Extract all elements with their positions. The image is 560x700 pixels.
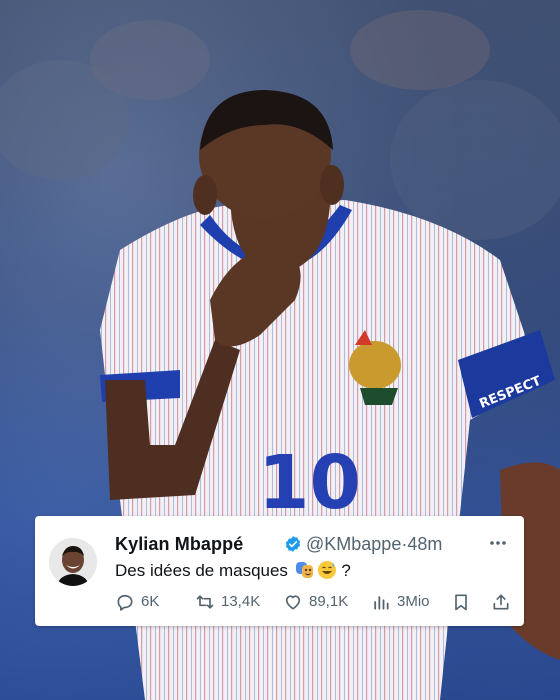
performing-arts-emoji-icon: [295, 562, 313, 578]
retweet-button[interactable]: 13,4K: [195, 592, 260, 612]
heart-icon: [285, 595, 301, 610]
grinning-sweat-emoji-icon: [317, 561, 336, 579]
tweet-card[interactable]: Kylian Mbappé @KMbappe·48m Des idées de …: [35, 516, 524, 626]
tweet-actions: 6K 13,4K 89,1K 3Mio: [115, 592, 513, 616]
share-icon: [493, 594, 509, 610]
more-options-icon[interactable]: [488, 536, 508, 550]
reply-button[interactable]: 6K: [115, 592, 159, 612]
handle-line: @KMbappe·48m: [306, 534, 442, 555]
verified-badge-icon: [285, 536, 301, 552]
avatar-image: [49, 538, 97, 586]
timestamp[interactable]: 48m: [407, 534, 442, 554]
share-button[interactable]: [491, 592, 517, 612]
like-button[interactable]: 89,1K: [283, 592, 348, 612]
views-chart-icon: [374, 596, 389, 610]
like-count: 89,1K: [309, 593, 349, 610]
avatar[interactable]: [49, 538, 97, 586]
reply-count: 6K: [141, 593, 160, 610]
tweet-text: Des idées de masques ?: [115, 560, 351, 581]
bookmark-button[interactable]: [451, 592, 477, 612]
retweet-icon: [196, 595, 214, 609]
reply-icon: [117, 594, 133, 611]
retweet-count: 13,4K: [221, 593, 261, 610]
tweet-text-main: Des idées de masques: [115, 561, 293, 580]
jersey-number: 10: [258, 440, 361, 526]
view-count: 3Mio: [397, 593, 430, 610]
views-button[interactable]: 3Mio: [371, 592, 430, 612]
author-handle[interactable]: @KMbappe: [306, 534, 401, 554]
author-name[interactable]: Kylian Mbappé: [115, 534, 243, 555]
bookmark-icon: [455, 594, 467, 611]
tweet-text-end: ?: [336, 561, 351, 580]
